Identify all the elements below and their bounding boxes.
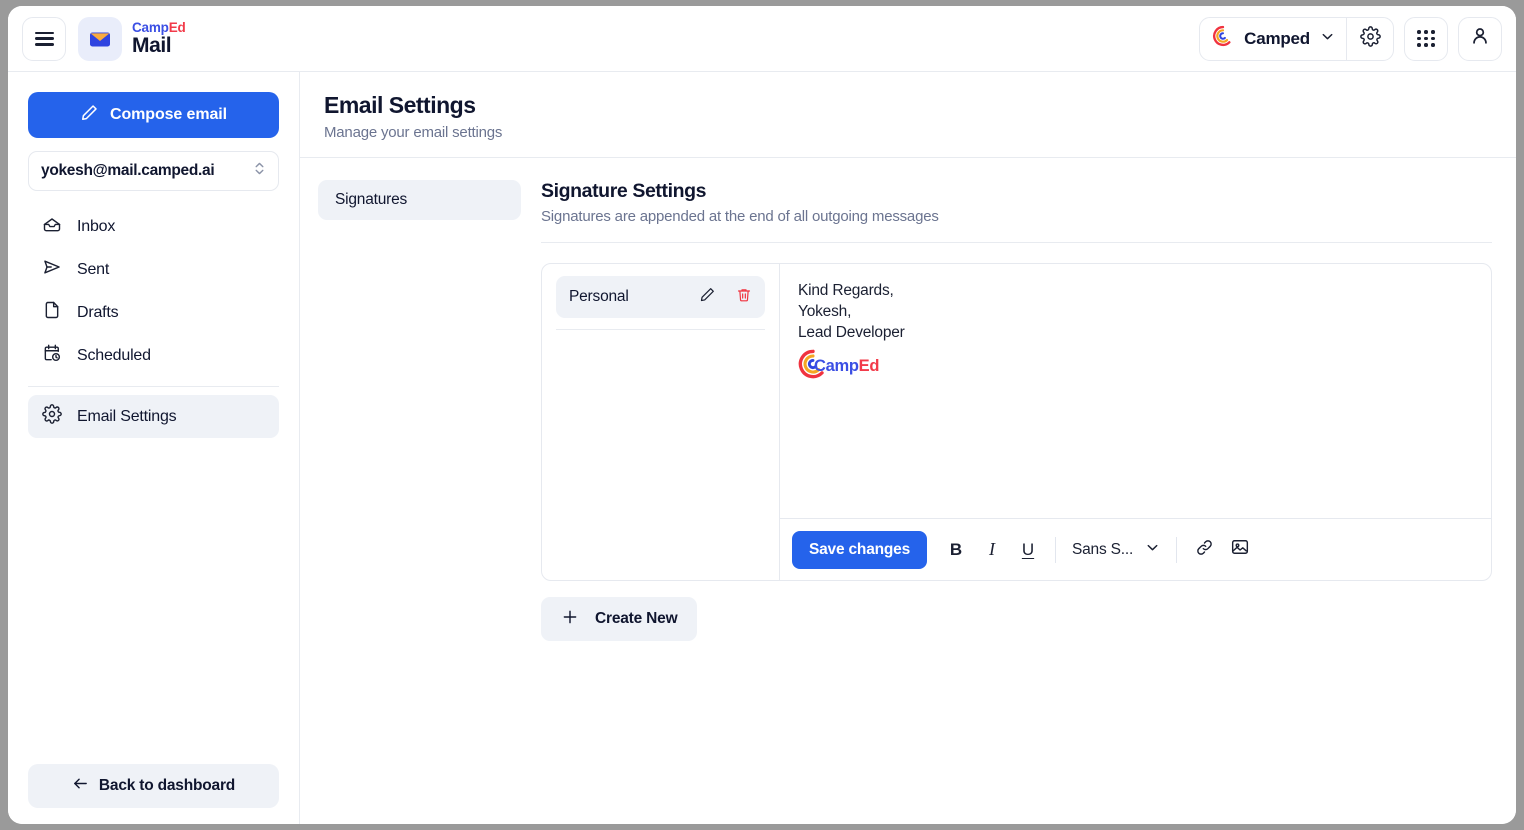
page-header: Email Settings Manage your email setting… bbox=[300, 72, 1516, 158]
signature-list: Personal bbox=[542, 264, 780, 580]
section-divider bbox=[541, 242, 1492, 243]
settings-button[interactable] bbox=[1347, 18, 1393, 60]
insert-image-button[interactable] bbox=[1223, 533, 1257, 567]
signature-editor: Kind Regards, Yokesh, Lead Developer Cam… bbox=[780, 264, 1491, 580]
settings-tabs: Signatures bbox=[318, 180, 521, 824]
sidebar-item-label: Inbox bbox=[77, 217, 116, 235]
link-button[interactable] bbox=[1187, 533, 1221, 567]
sidebar-item-label: Email Settings bbox=[77, 407, 177, 425]
profile-button[interactable] bbox=[1458, 16, 1502, 61]
create-new-label: Create New bbox=[595, 610, 678, 627]
sidebar-item-drafts[interactable]: Drafts bbox=[28, 291, 279, 334]
main-content: Email Settings Manage your email setting… bbox=[300, 72, 1516, 824]
calendar-clock-icon bbox=[42, 343, 62, 368]
sidebar-item-scheduled[interactable]: Scheduled bbox=[28, 334, 279, 377]
signature-line: Yokesh, bbox=[798, 303, 852, 320]
signature-card: Personal Kind Regards, Yokesh, Lead Deve… bbox=[541, 263, 1492, 581]
apps-button[interactable] bbox=[1404, 16, 1448, 61]
brand-ed-text: Ed bbox=[168, 19, 186, 35]
brand-text: CampEd Mail bbox=[132, 21, 186, 57]
toolbar-divider bbox=[1055, 536, 1056, 563]
sidebar-item-label: Sent bbox=[77, 260, 110, 278]
list-divider bbox=[556, 329, 765, 330]
sidebar-item-sent[interactable]: Sent bbox=[28, 248, 279, 291]
bold-button[interactable]: B bbox=[939, 533, 973, 567]
create-new-button[interactable]: Create New bbox=[541, 597, 698, 641]
camped-circle-logo bbox=[1212, 25, 1234, 52]
trash-icon[interactable] bbox=[736, 287, 752, 308]
org-switcher[interactable]: Camped bbox=[1200, 18, 1346, 60]
apps-grid-icon bbox=[1417, 29, 1435, 48]
sidebar-item-email-settings[interactable]: Email Settings bbox=[28, 395, 279, 438]
tab-label: Signatures bbox=[335, 191, 408, 208]
account-selector[interactable]: yokesh@mail.camped.ai bbox=[28, 151, 279, 191]
app-window: CampEd Mail Camped Compose email yokesh@… bbox=[8, 6, 1516, 824]
signature-name: Personal bbox=[569, 288, 629, 305]
image-icon bbox=[1230, 537, 1250, 562]
sidebar-item-label: Scheduled bbox=[77, 346, 151, 364]
back-to-dashboard-button[interactable]: Back to dashboard bbox=[28, 764, 279, 808]
hamburger-icon bbox=[34, 31, 54, 46]
menu-button[interactable] bbox=[22, 16, 66, 61]
camped-word-ed: Ed bbox=[858, 357, 880, 375]
font-family-select[interactable]: Sans S... bbox=[1066, 533, 1166, 567]
signature-line: Lead Developer bbox=[798, 324, 905, 341]
chevron-down-icon bbox=[1320, 29, 1335, 49]
gear-icon bbox=[42, 404, 62, 429]
brand-camp-text: Camp bbox=[132, 19, 169, 35]
underline-button[interactable]: U bbox=[1011, 533, 1045, 567]
page-title: Email Settings bbox=[324, 92, 476, 118]
compose-email-label: Compose email bbox=[110, 106, 227, 123]
topbar-actions: Camped bbox=[1199, 16, 1502, 61]
pencil-icon[interactable] bbox=[699, 286, 716, 308]
back-to-dashboard-label: Back to dashboard bbox=[98, 777, 236, 794]
sidebar: Compose email yokesh@mail.camped.ai Inbo… bbox=[8, 72, 300, 824]
brand-mail-text: Mail bbox=[132, 34, 172, 58]
sidebar-nav: Inbox Sent Drafts Scheduled Email Settin… bbox=[28, 205, 279, 438]
list-item[interactable]: Personal bbox=[556, 276, 765, 318]
user-icon bbox=[1469, 25, 1491, 52]
settings-body: Signatures Signature Settings Signatures… bbox=[300, 158, 1516, 824]
section-subtitle: Signatures are appended at the end of al… bbox=[541, 208, 939, 225]
inbox-icon bbox=[42, 214, 62, 239]
page-subtitle: Manage your email settings bbox=[324, 124, 503, 141]
chevron-up-down-icon bbox=[252, 160, 267, 182]
top-bar: CampEd Mail Camped bbox=[8, 6, 1516, 72]
save-changes-button[interactable]: Save changes bbox=[792, 530, 927, 569]
section-title: Signature Settings bbox=[541, 180, 707, 202]
plus-icon bbox=[561, 608, 579, 631]
signature-settings-panel: Signature Settings Signatures are append… bbox=[541, 180, 1492, 824]
sidebar-divider bbox=[28, 386, 279, 387]
send-icon bbox=[42, 257, 62, 282]
editor-toolbar: Save changes B I U Sans S... bbox=[780, 518, 1491, 580]
tab-signatures[interactable]: Signatures bbox=[318, 180, 521, 220]
chevron-down-icon bbox=[1145, 540, 1160, 560]
link-icon bbox=[1195, 538, 1214, 562]
camped-logo-image: CampEd bbox=[798, 349, 1473, 384]
toolbar-divider bbox=[1176, 536, 1178, 563]
font-family-value: Sans S... bbox=[1072, 540, 1134, 558]
body: Compose email yokesh@mail.camped.ai Inbo… bbox=[8, 72, 1516, 824]
italic-button[interactable]: I bbox=[975, 533, 1009, 567]
sidebar-item-label: Drafts bbox=[77, 303, 119, 321]
camped-word-camp: Camp bbox=[814, 357, 859, 375]
envelope-icon bbox=[78, 16, 122, 61]
org-name: Camped bbox=[1244, 28, 1310, 48]
camped-wordmark: CampEd bbox=[814, 357, 879, 376]
signature-line: Kind Regards, bbox=[798, 282, 894, 299]
brand-logo: CampEd Mail bbox=[78, 16, 186, 61]
gear-icon bbox=[1359, 25, 1381, 52]
signature-actions bbox=[699, 286, 752, 308]
signature-content[interactable]: Kind Regards, Yokesh, Lead Developer Cam… bbox=[780, 264, 1491, 518]
sidebar-item-inbox[interactable]: Inbox bbox=[28, 205, 279, 248]
org-switcher-group: Camped bbox=[1199, 16, 1394, 61]
compose-email-button[interactable]: Compose email bbox=[28, 92, 279, 138]
file-icon bbox=[42, 300, 62, 325]
pencil-icon bbox=[80, 103, 99, 127]
arrow-left-icon bbox=[72, 775, 89, 797]
account-email: yokesh@mail.camped.ai bbox=[41, 162, 215, 179]
